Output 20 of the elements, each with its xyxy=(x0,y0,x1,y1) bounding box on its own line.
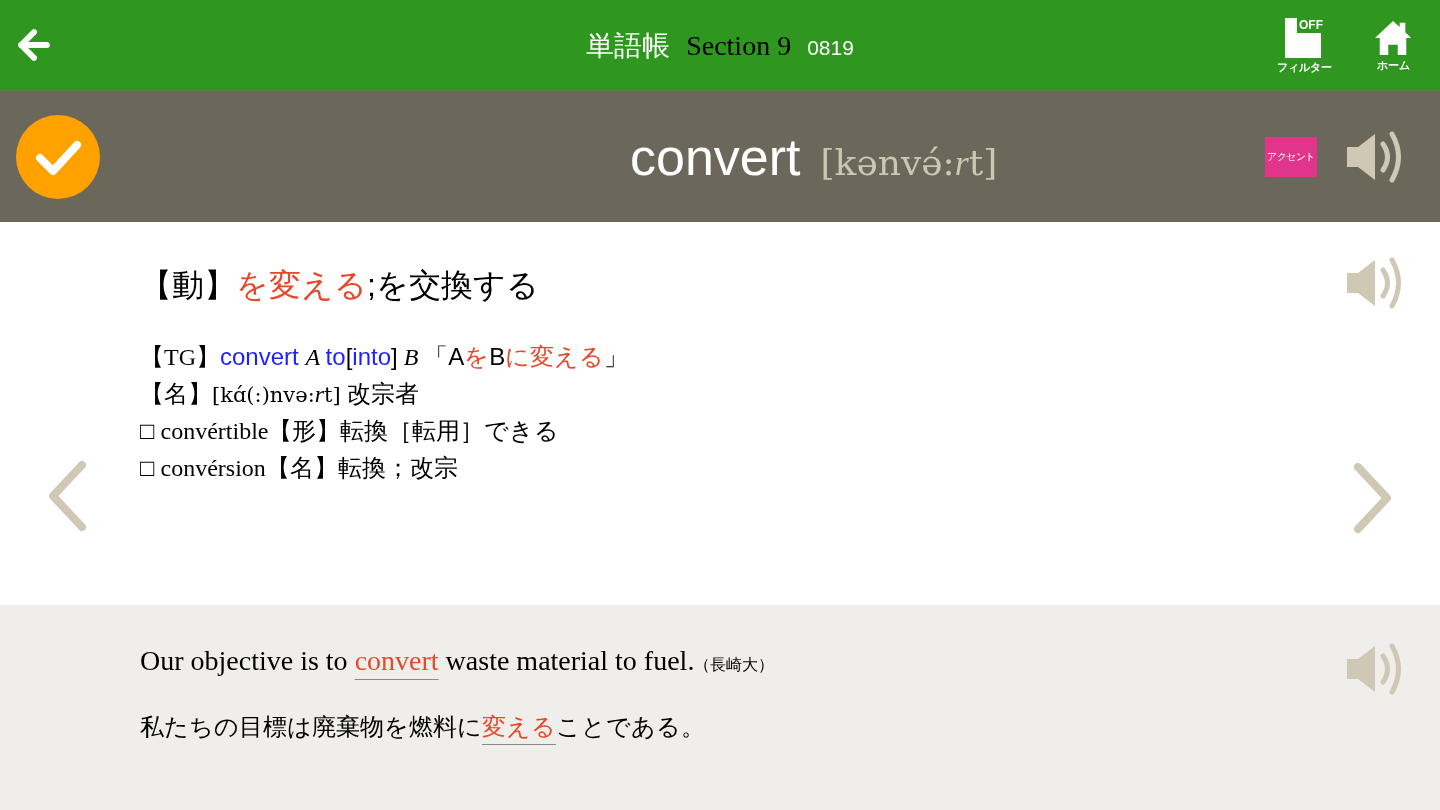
pronunciation-text: [kənvə́:rt] xyxy=(820,144,998,181)
example-sentence: Our objective is to convert waste material to fuel.（長崎大） xyxy=(140,644,775,678)
definition-line: □ convérsion【名】転換；改宗 xyxy=(140,452,458,483)
accent-button[interactable]: アクセント xyxy=(1265,136,1317,177)
app-title: 単語帳 xyxy=(586,32,671,60)
headword-text: convert xyxy=(630,130,801,183)
filter-button[interactable]: OFF フィルター xyxy=(1274,17,1334,73)
definition-line: 【名】[kɑ́(:)nvə:rt] 改宗者 xyxy=(140,378,420,409)
definition-line: □ convértible【形】転換［転用］できる xyxy=(140,416,560,446)
section-title: Section 9 xyxy=(686,32,792,60)
definition-line: 【TG】convert A to[into] B 「Aを Bに変える」 xyxy=(140,342,629,372)
word-number: 0819 xyxy=(807,37,854,58)
meaning-text: 【動】を変える;を交換する xyxy=(140,266,539,305)
home-icon xyxy=(1374,19,1412,56)
document-icon xyxy=(1285,17,1323,58)
previous-chevron-icon[interactable] xyxy=(47,460,87,532)
home-button[interactable]: ホーム xyxy=(1370,19,1416,71)
example-translation: 私たちの目標は廃棄物を燃料に変える ことである。 xyxy=(140,712,705,742)
checkmark-icon[interactable] xyxy=(16,114,100,199)
next-chevron-icon[interactable] xyxy=(1353,462,1393,534)
